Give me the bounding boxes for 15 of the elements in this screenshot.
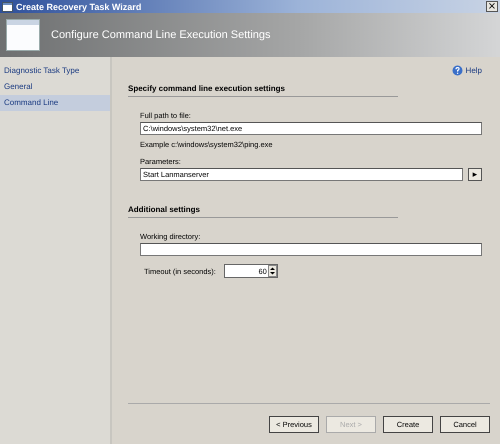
page-title: Configure Command Line Execution Settings	[51, 29, 271, 41]
input-field[interactable]	[140, 243, 482, 256]
nav-item[interactable]: Command Line	[0, 95, 110, 111]
help-icon	[452, 65, 463, 76]
close-button[interactable]: ×	[486, 1, 498, 12]
section-heading: Additional settings	[128, 205, 398, 218]
window-title: Create Recovery Task Wizard	[16, 2, 142, 12]
nav-item[interactable]: General	[0, 79, 110, 95]
spinner-arrows-icon	[268, 265, 277, 277]
nav-item[interactable]: Diagnostic Task Type	[0, 63, 110, 79]
window-icon	[2, 2, 13, 12]
insert-button[interactable]: ▸	[468, 168, 482, 181]
help-link[interactable]: Help	[452, 65, 482, 76]
section-heading: Specify command line execution settings	[128, 84, 398, 97]
window-icon	[6, 19, 40, 51]
